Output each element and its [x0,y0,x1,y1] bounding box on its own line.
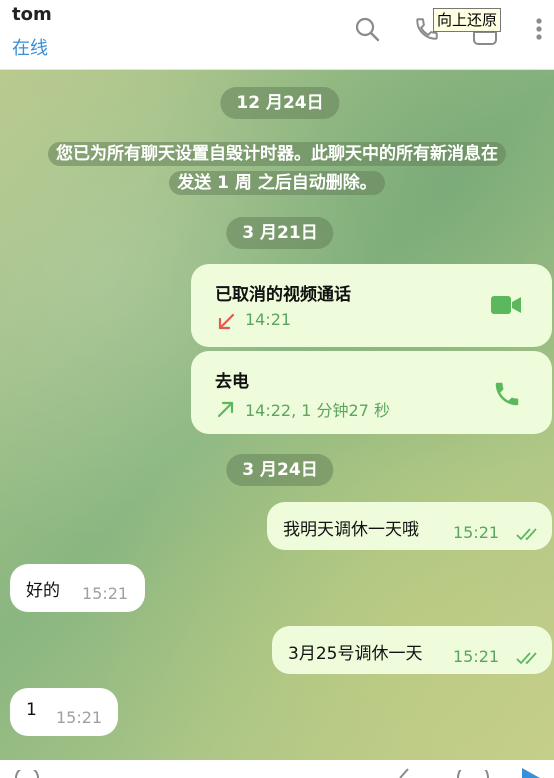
sticker-icon[interactable] [456,770,490,778]
missed-call-arrow-icon [218,313,235,330]
incoming-message[interactable]: 1 15:21 [10,688,118,736]
read-ticks-icon [516,528,537,541]
send-icon[interactable] [520,766,542,778]
service-line: 您已为所有聊天设置自毁计时器。此聊天中的所有新消息在 [48,142,506,166]
call-time: 14:21 [245,310,292,329]
call-title: 去电 [215,372,249,392]
message-time: 15:21 [453,523,500,542]
service-message: 您已为所有聊天设置自毁计时器。此聊天中的所有新消息在 发送 1 周 之后自动删除… [8,140,546,198]
outgoing-call-bubble[interactable]: 去电 14:22, 1 分钟27 秒 [191,351,552,434]
date-separator: 12 月24日 [220,87,340,119]
message-text: 3月25号调休一天 [288,644,423,664]
message-time: 15:21 [56,708,103,727]
read-ticks-icon [516,652,537,665]
more-vertical-icon[interactable] [524,14,554,44]
message-text: 1 [26,700,37,720]
contact-name[interactable]: tom [12,4,52,25]
date-separator: 3 月21日 [226,217,334,249]
call-time: 14:22, 1 分钟27 秒 [245,401,390,420]
outgoing-call-arrow-icon [217,401,234,418]
message-time: 15:21 [82,584,129,603]
video-camera-icon[interactable] [490,294,522,316]
cancelled-video-call-bubble[interactable]: 已取消的视频通话 14:21 [191,264,552,347]
contact-status: 在线 [12,38,48,59]
date-separator: 3 月24日 [226,454,334,486]
incoming-message[interactable]: 好的 15:21 [10,564,145,612]
emoji-icon[interactable] [14,770,40,778]
service-line: 发送 1 周 之后自动删除。 [169,171,385,195]
outgoing-message[interactable]: 我明天调休一天哦 15:21 [267,502,552,550]
search-icon[interactable] [352,14,382,44]
chat-area[interactable]: 12 月24日 您已为所有聊天设置自毁计时器。此聊天中的所有新消息在 发送 1 … [0,70,554,778]
message-text: 好的 [26,581,60,601]
message-text: 我明天调休一天哦 [283,520,419,540]
chat-header: tom 在线 向上还原 [0,0,554,70]
call-title: 已取消的视频通话 [215,285,351,305]
restore-down-tooltip: 向上还原 [433,8,502,32]
message-time: 15:21 [453,647,500,666]
message-input-bar[interactable] [0,760,554,778]
attach-icon[interactable] [396,768,416,778]
outgoing-message[interactable]: 3月25号调休一天 15:21 [272,626,552,674]
phone-icon[interactable] [492,379,522,409]
